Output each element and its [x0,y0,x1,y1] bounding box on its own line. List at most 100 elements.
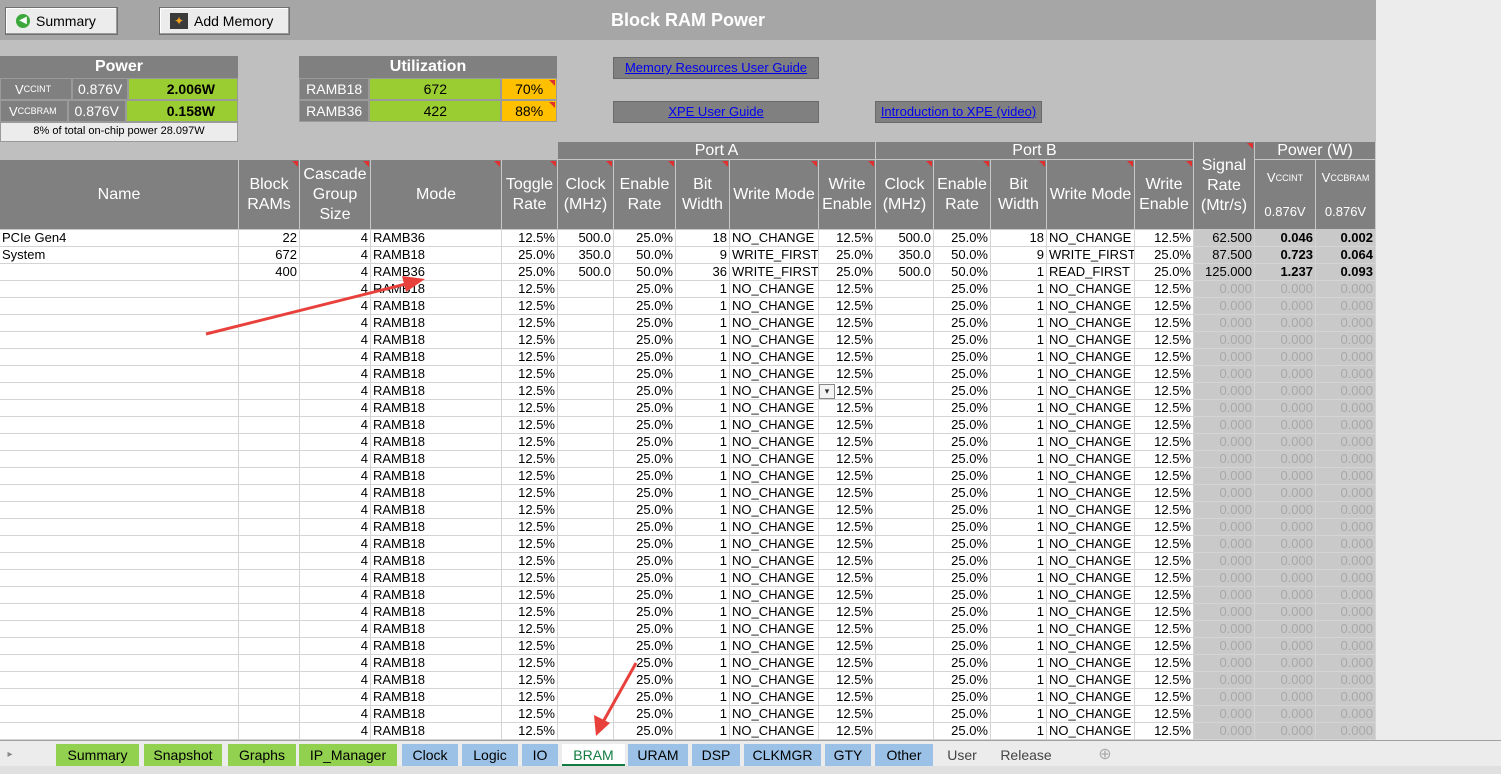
cell-b-bit-width[interactable]: 9 [991,247,1047,264]
cell-block-rams[interactable] [239,519,300,536]
cell-cascade[interactable]: 4 [300,366,371,383]
cell-cascade[interactable]: 4 [300,502,371,519]
cell-b-clock[interactable] [876,468,934,485]
cell-a-clock[interactable] [558,706,614,723]
cell-a-bit-width[interactable]: 1 [676,332,730,349]
cell-a-write-enable[interactable]: 12.5% [819,451,876,468]
cell-b-enable[interactable]: 25.0% [934,434,991,451]
cell-b-bit-width[interactable]: 1 [991,434,1047,451]
cell-toggle[interactable]: 12.5% [502,281,558,298]
cell-a-bit-width[interactable]: 1 [676,604,730,621]
cell-b-write-mode[interactable]: NO_CHANGE [1047,315,1135,332]
cell-a-enable[interactable]: 25.0% [614,281,676,298]
cell-b-enable[interactable]: 25.0% [934,451,991,468]
cell-a-bit-width[interactable]: 1 [676,502,730,519]
cell-cascade[interactable]: 4 [300,264,371,281]
cell-a-bit-width[interactable]: 1 [676,587,730,604]
cell-name[interactable] [0,417,239,434]
cell-a-clock[interactable] [558,655,614,672]
cell-mode[interactable]: RAMB36 [371,230,502,247]
cell-b-enable[interactable]: 25.0% [934,230,991,247]
cell-b-enable[interactable]: 25.0% [934,349,991,366]
cell-mode[interactable]: RAMB18 [371,298,502,315]
cell-b-enable[interactable]: 25.0% [934,570,991,587]
cell-b-bit-width[interactable]: 1 [991,621,1047,638]
cell-mode[interactable]: RAMB18 [371,502,502,519]
cell-b-enable[interactable]: 25.0% [934,366,991,383]
cell-b-clock[interactable] [876,519,934,536]
cell-b-clock[interactable] [876,281,934,298]
tab-uram[interactable]: URAM [628,744,688,766]
cell-b-clock[interactable] [876,417,934,434]
cell-a-enable[interactable]: 25.0% [614,451,676,468]
tab-gty[interactable]: GTY [825,744,871,766]
cell-a-write-mode[interactable]: NO_CHANGE [730,655,819,672]
cell-b-write-enable[interactable]: 12.5% [1135,315,1194,332]
cell-a-enable[interactable]: 25.0% [614,604,676,621]
cell-toggle[interactable]: 12.5% [502,655,558,672]
cell-b-clock[interactable]: 500.0 [876,230,934,247]
cell-b-write-enable[interactable]: 12.5% [1135,587,1194,604]
cell-toggle[interactable]: 12.5% [502,298,558,315]
cell-b-enable[interactable]: 25.0% [934,468,991,485]
cell-b-clock[interactable] [876,400,934,417]
cell-a-clock[interactable] [558,536,614,553]
cell-mode[interactable]: RAMB18 [371,383,502,400]
cell-b-enable[interactable]: 25.0% [934,417,991,434]
cell-b-enable[interactable]: 25.0% [934,672,991,689]
cell-name[interactable]: PCIe Gen4 [0,230,239,247]
cell-a-enable[interactable]: 25.0% [614,723,676,740]
cell-b-write-enable[interactable]: 12.5% [1135,621,1194,638]
cell-a-write-enable[interactable]: 12.5% [819,230,876,247]
cell-name[interactable] [0,604,239,621]
cell-a-clock[interactable]: 500.0 [558,264,614,281]
cell-b-write-mode[interactable]: NO_CHANGE [1047,230,1135,247]
cell-cascade[interactable]: 4 [300,485,371,502]
cell-a-bit-width[interactable]: 36 [676,264,730,281]
cell-b-enable[interactable]: 50.0% [934,264,991,281]
cell-b-enable[interactable]: 50.0% [934,247,991,264]
cell-b-write-enable[interactable]: 12.5% [1135,383,1194,400]
cell-a-write-enable[interactable]: 12.5% [819,553,876,570]
cell-b-write-enable[interactable]: 12.5% [1135,485,1194,502]
cell-a-write-mode[interactable]: NO_CHANGE [730,519,819,536]
cell-a-enable[interactable]: 25.0% [614,519,676,536]
cell-b-enable[interactable]: 25.0% [934,298,991,315]
cell-block-rams[interactable] [239,570,300,587]
cell-a-write-mode[interactable]: NO_CHANGE [730,417,819,434]
cell-cascade[interactable]: 4 [300,468,371,485]
cell-block-rams[interactable] [239,366,300,383]
cell-a-enable[interactable]: 25.0% [614,655,676,672]
cell-block-rams[interactable] [239,638,300,655]
cell-a-enable[interactable]: 25.0% [614,536,676,553]
cell-a-write-enable[interactable]: 12.5% [819,519,876,536]
tab-clkmgr[interactable]: CLKMGR [744,744,821,766]
cell-a-write-enable[interactable]: 12.5% [819,502,876,519]
cell-b-enable[interactable]: 25.0% [934,723,991,740]
cell-a-enable[interactable]: 25.0% [614,468,676,485]
cell-cascade[interactable]: 4 [300,536,371,553]
cell-a-enable[interactable]: 50.0% [614,264,676,281]
cell-name[interactable] [0,434,239,451]
cell-b-write-enable[interactable]: 25.0% [1135,264,1194,281]
cell-b-write-mode[interactable]: NO_CHANGE [1047,689,1135,706]
cell-a-enable[interactable]: 25.0% [614,332,676,349]
cell-name[interactable] [0,383,239,400]
cell-b-clock[interactable] [876,672,934,689]
cell-b-bit-width[interactable]: 1 [991,485,1047,502]
tab-graphs[interactable]: Graphs [228,744,296,766]
cell-toggle[interactable]: 12.5% [502,400,558,417]
cell-b-write-enable[interactable]: 12.5% [1135,570,1194,587]
cell-b-clock[interactable] [876,604,934,621]
cell-b-bit-width[interactable]: 1 [991,417,1047,434]
cell-b-clock[interactable] [876,366,934,383]
cell-a-write-enable[interactable]: 12.5% [819,621,876,638]
cell-b-bit-width[interactable]: 1 [991,655,1047,672]
cell-name[interactable] [0,672,239,689]
cell-b-clock[interactable] [876,706,934,723]
cell-a-bit-width[interactable]: 1 [676,672,730,689]
cell-toggle[interactable]: 12.5% [502,315,558,332]
cell-block-rams[interactable] [239,672,300,689]
cell-a-write-mode[interactable]: NO_CHANGE [730,400,819,417]
cell-a-clock[interactable] [558,468,614,485]
